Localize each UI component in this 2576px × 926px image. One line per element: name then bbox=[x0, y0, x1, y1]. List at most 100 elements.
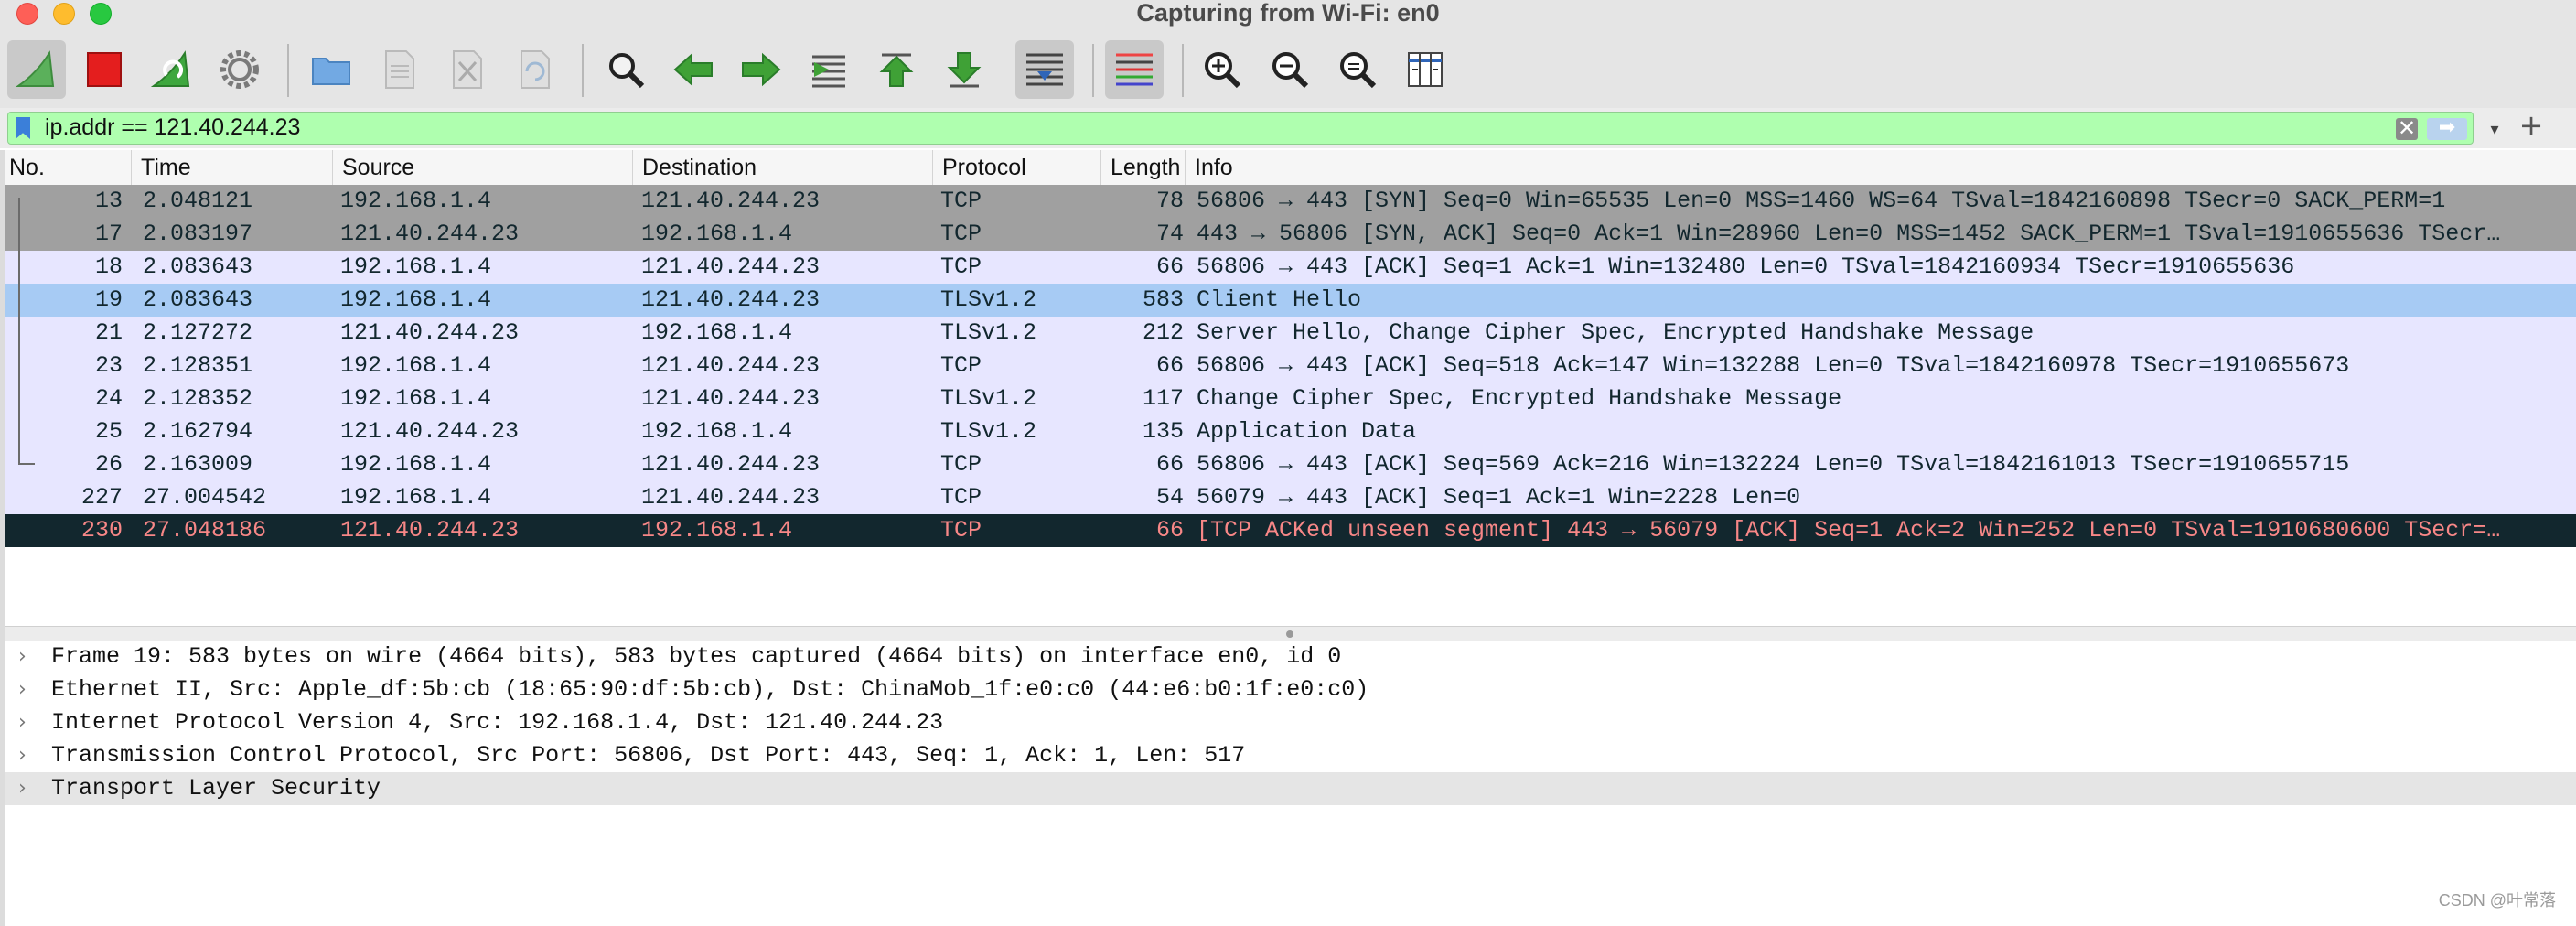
auto-scroll-icon bbox=[1026, 53, 1063, 86]
arrow-right-icon bbox=[742, 52, 781, 87]
column-header-no[interactable]: No. bbox=[0, 150, 132, 185]
packet-info: 56079 → 443 [ACK] Seq=1 Ack=1 Win=2228 L… bbox=[1197, 484, 1801, 511]
packet-length: 54 bbox=[1155, 484, 1184, 511]
resize-columns-button[interactable] bbox=[1396, 40, 1454, 99]
packet-destination: 192.168.1.4 bbox=[641, 418, 793, 445]
reload-file-button[interactable] bbox=[505, 40, 564, 99]
go-forward-button[interactable] bbox=[732, 40, 790, 99]
detail-row-ipv4[interactable]: › Internet Protocol Version 4, Src: 192.… bbox=[5, 706, 2576, 739]
packet-row[interactable]: 13 2.048121 192.168.1.4 121.40.244.23 TCP 78 5… bbox=[5, 185, 2576, 218]
packet-protocol: TCP bbox=[940, 352, 982, 379]
last-packet-button[interactable] bbox=[935, 40, 993, 99]
packet-row[interactable]: 23 2.128351 192.168.1.4 121.40.244.23 TCP 66 5… bbox=[5, 350, 2576, 382]
chevron-right-icon[interactable]: › bbox=[18, 739, 27, 772]
packet-row[interactable]: 18 2.083643 192.168.1.4 121.40.244.23 TCP 66 5… bbox=[5, 251, 2576, 284]
start-capture-button[interactable] bbox=[7, 40, 66, 99]
column-header-destination[interactable]: Destination bbox=[633, 150, 933, 185]
packet-row-selected[interactable]: 19 2.083643 192.168.1.4 121.40.244.23 TLSv1.… bbox=[5, 284, 2576, 317]
detail-row-frame[interactable]: › Frame 19: 583 bytes on wire (4664 bits… bbox=[5, 641, 2576, 673]
display-filter-bar: ✕ ➡ ▾ + bbox=[0, 108, 2576, 148]
packet-time: 2.083643 bbox=[143, 286, 253, 313]
packet-length: 74 bbox=[1155, 221, 1184, 247]
packet-list-header: No. Time Source Destination Protocol Len… bbox=[0, 150, 2576, 186]
detail-text: Frame 19: 583 bytes on wire (4664 bits),… bbox=[51, 643, 1342, 670]
auto-scroll-button[interactable] bbox=[1015, 40, 1074, 99]
chevron-right-icon[interactable]: › bbox=[18, 706, 27, 739]
arrow-left-icon bbox=[673, 52, 713, 87]
open-file-button[interactable] bbox=[302, 40, 360, 99]
close-file-button[interactable] bbox=[437, 40, 496, 99]
chevron-right-icon[interactable]: › bbox=[18, 641, 27, 673]
gear-icon bbox=[220, 50, 259, 89]
column-header-length[interactable]: Length bbox=[1101, 150, 1186, 185]
add-filter-button[interactable]: + bbox=[2517, 111, 2545, 140]
packet-source: 192.168.1.4 bbox=[340, 385, 492, 412]
packet-row[interactable]: 24 2.128352 192.168.1.4 121.40.244.23 TLSv1.… bbox=[5, 382, 2576, 415]
packet-info: 56806 → 443 [ACK] Seq=518 Ack=147 Win=13… bbox=[1197, 352, 2350, 379]
chevron-right-icon[interactable]: › bbox=[18, 772, 27, 805]
column-header-time[interactable]: Time bbox=[132, 150, 333, 185]
resize-columns-icon bbox=[1408, 52, 1443, 87]
packet-destination: 121.40.244.23 bbox=[641, 484, 821, 511]
packet-info: Application Data bbox=[1197, 418, 1417, 445]
packet-length: 583 bbox=[1142, 286, 1184, 313]
restart-capture-button[interactable] bbox=[143, 40, 201, 99]
splitter-handle[interactable] bbox=[1286, 630, 1293, 638]
packet-destination: 192.168.1.4 bbox=[641, 319, 793, 346]
detail-row-ethernet[interactable]: › Ethernet II, Src: Apple_df:5b:cb (18:6… bbox=[5, 673, 2576, 706]
packet-info: Change Cipher Spec, Encrypted Handshake … bbox=[1197, 385, 1842, 412]
find-packet-button[interactable] bbox=[596, 40, 655, 99]
packet-row[interactable]: 227 27.004542 192.168.1.4 121.40.244.23 TCP 5… bbox=[5, 481, 2576, 514]
normal-size-button[interactable] bbox=[1328, 40, 1387, 99]
go-to-packet-button[interactable] bbox=[800, 40, 858, 99]
packet-destination: 121.40.244.23 bbox=[641, 451, 821, 478]
packet-row[interactable]: 230 27.048186 121.40.244.23 192.168.1.4 TCP 6… bbox=[5, 514, 2576, 547]
zoom-in-button[interactable] bbox=[1193, 40, 1251, 99]
packet-length: 135 bbox=[1142, 418, 1184, 445]
packet-length: 66 bbox=[1155, 352, 1184, 379]
go-back-button[interactable] bbox=[664, 40, 723, 99]
window-chrome: Capturing from Wi-Fi: en0 bbox=[0, 0, 2576, 109]
apply-filter-button[interactable]: ➡ bbox=[2427, 118, 2467, 140]
packet-row[interactable]: 26 2.163009 192.168.1.4 121.40.244.23 TCP 66 5… bbox=[5, 448, 2576, 481]
capture-options-button[interactable] bbox=[210, 40, 269, 99]
bookmark-icon[interactable] bbox=[16, 117, 30, 139]
packet-destination: 121.40.244.23 bbox=[641, 385, 821, 412]
save-file-button[interactable] bbox=[370, 40, 428, 99]
reload-icon bbox=[521, 50, 550, 89]
packet-protocol: TCP bbox=[940, 188, 982, 214]
packet-row[interactable]: 17 2.083197 121.40.244.23 192.168.1.4 TCP 74 4… bbox=[5, 218, 2576, 251]
packet-source: 192.168.1.4 bbox=[340, 352, 492, 379]
packet-destination: 121.40.244.23 bbox=[641, 253, 821, 280]
display-filter: ✕ ➡ ▾ bbox=[7, 112, 2499, 145]
column-header-protocol[interactable]: Protocol bbox=[933, 150, 1101, 185]
packet-destination: 121.40.244.23 bbox=[641, 352, 821, 379]
arrow-up-icon bbox=[879, 53, 914, 87]
search-icon bbox=[609, 53, 645, 89]
detail-row-tls[interactable]: › Transport Layer Security bbox=[5, 772, 2576, 805]
packet-row[interactable]: 21 2.127272 121.40.244.23 192.168.1.4 TLSv1.… bbox=[5, 317, 2576, 350]
packet-destination: 192.168.1.4 bbox=[641, 221, 793, 247]
first-packet-button[interactable] bbox=[867, 40, 926, 99]
display-filter-input[interactable] bbox=[45, 114, 2368, 140]
filter-history-dropdown[interactable]: ▾ bbox=[2484, 120, 2506, 142]
packet-no: 227 bbox=[80, 484, 123, 511]
packet-protocol: TCP bbox=[940, 451, 982, 478]
colorize-button[interactable] bbox=[1105, 40, 1164, 99]
packet-row[interactable]: 25 2.162794 121.40.244.23 192.168.1.4 TLSv1.… bbox=[5, 415, 2576, 448]
packet-source: 192.168.1.4 bbox=[340, 286, 492, 313]
watermark: CSDN @叶常落 bbox=[2438, 891, 2556, 910]
packet-time: 2.127272 bbox=[143, 319, 253, 346]
packet-source: 192.168.1.4 bbox=[340, 484, 492, 511]
zoom-out-button[interactable] bbox=[1261, 40, 1319, 99]
packet-time: 27.004542 bbox=[143, 484, 267, 511]
packet-details-pane: › Frame 19: 583 bytes on wire (4664 bits… bbox=[0, 641, 2576, 926]
stop-capture-button[interactable] bbox=[75, 40, 134, 99]
chevron-right-icon[interactable]: › bbox=[18, 673, 27, 706]
detail-row-tcp[interactable]: › Transmission Control Protocol, Src Por… bbox=[5, 739, 2576, 772]
column-header-info[interactable]: Info bbox=[1186, 150, 2576, 185]
packet-source: 121.40.244.23 bbox=[340, 517, 520, 544]
clear-filter-button[interactable]: ✕ bbox=[2396, 117, 2418, 140]
close-file-icon bbox=[453, 50, 482, 89]
column-header-source[interactable]: Source bbox=[333, 150, 633, 185]
